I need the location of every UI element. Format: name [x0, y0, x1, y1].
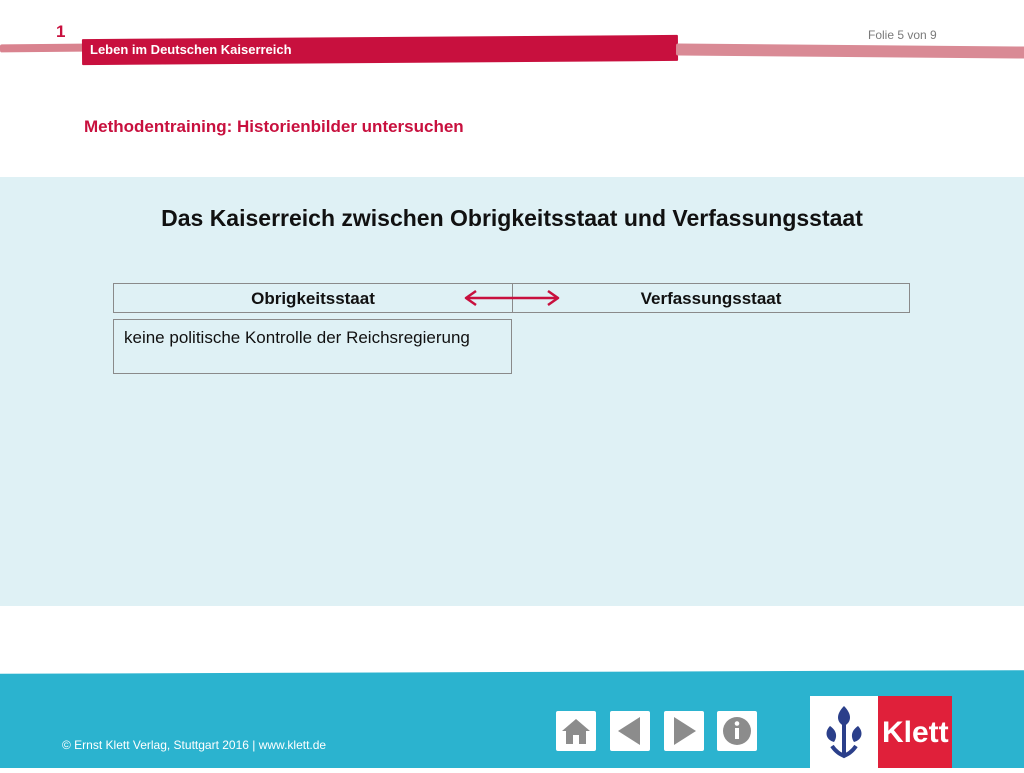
- chapter-number: 1: [56, 22, 66, 41]
- chapter-title: Leben im Deutschen Kaiserreich: [90, 42, 292, 57]
- double-arrow-icon: [464, 289, 560, 307]
- table-cell-left: keine politische Kontrolle der Reichsreg…: [113, 319, 512, 374]
- column-header-verfassungsstaat: Verfassungsstaat: [640, 289, 782, 308]
- content-panel: [0, 177, 1024, 606]
- copyright-text: © Ernst Klett Verlag, Stuttgart 2016 | w…: [62, 738, 327, 752]
- klett-logo-text: Klett: [882, 716, 949, 749]
- next-icon: [674, 717, 696, 745]
- previous-icon: [618, 717, 640, 745]
- info-button[interactable]: [717, 711, 757, 751]
- logo-emblem-bg: [810, 696, 878, 768]
- info-icon: [723, 717, 751, 745]
- home-button[interactable]: [556, 711, 596, 751]
- slide-counter: Folie 5 von 9: [868, 28, 937, 42]
- home-icon: [562, 719, 590, 744]
- section-subtitle: Methodentraining: Historienbilder unters…: [84, 117, 464, 136]
- previous-button[interactable]: [610, 711, 650, 751]
- klett-logo[interactable]: Klett: [810, 696, 952, 768]
- header-brush-left: [0, 43, 85, 53]
- next-button[interactable]: [664, 711, 704, 751]
- main-heading: Das Kaiserreich zwischen Obrigkeitsstaat…: [161, 205, 863, 231]
- column-header-obrigkeitsstaat: Obrigkeitsstaat: [114, 284, 513, 312]
- header-brush-right: [675, 43, 1024, 59]
- klett-emblem-icon: [826, 706, 862, 759]
